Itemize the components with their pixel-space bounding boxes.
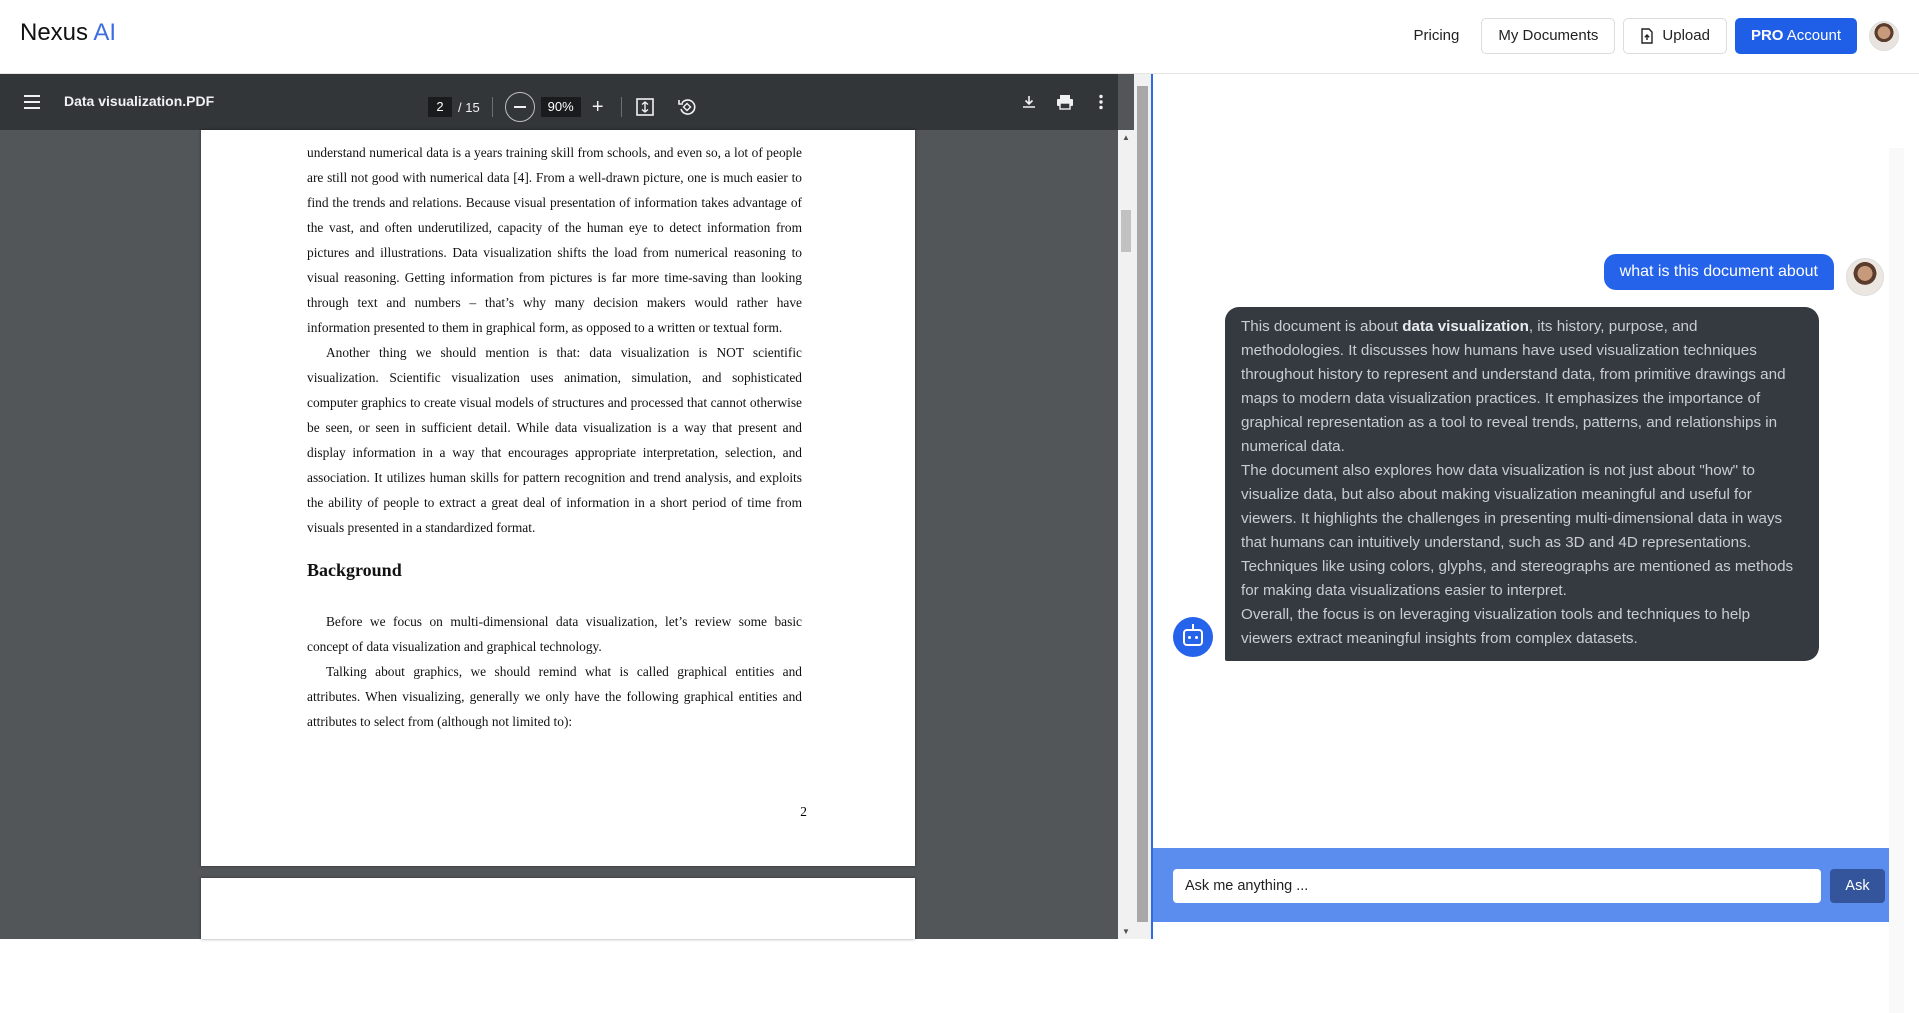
zoom-level-input[interactable]: 90% (540, 97, 581, 117)
zoom-out-button[interactable] (504, 92, 535, 122)
download-icon[interactable] (1017, 90, 1041, 114)
file-upload-icon (1641, 27, 1654, 44)
user-message: what is this document about (1603, 254, 1834, 290)
bot-text: The document also explores how data visu… (1241, 462, 1794, 599)
page-number-footer: 2 (800, 804, 807, 819)
more-options-icon[interactable] (1089, 90, 1113, 114)
logo-main: Nexus (20, 19, 89, 46)
user-avatar (1846, 258, 1884, 296)
pro-account-label: Account (1786, 26, 1841, 44)
toolbar-divider (620, 97, 622, 117)
bot-text: , its history, purpose, and methodologie… (1241, 318, 1786, 455)
scroll-up-arrow[interactable]: ▲ (1122, 133, 1130, 142)
total-pages: / 15 (458, 99, 480, 115)
upload-label: Upload (1662, 26, 1710, 44)
page-number-input[interactable]: 2 (428, 97, 452, 117)
pdf-scrollbar[interactable]: ▲ ▼ (1118, 130, 1134, 939)
minus-icon (513, 106, 526, 108)
scrollbar-thumb[interactable] (1121, 210, 1131, 252)
paragraph: Before we focus on multi-dimensional dat… (307, 614, 802, 654)
top-navbar: Nexus AI Pricing My Documents Upload PRO… (0, 0, 1919, 74)
fit-to-page-icon[interactable] (634, 96, 656, 118)
bot-text: Overall, the focus is on leveraging visu… (1241, 606, 1751, 647)
pdf-page-next (201, 878, 915, 939)
print-icon[interactable] (1053, 90, 1077, 114)
zoom-in-button[interactable]: + (587, 97, 609, 117)
paragraph: understand numerical data is a years tra… (307, 145, 802, 335)
paragraph: Talking about graphics, we should remind… (307, 664, 802, 729)
nav-links: Pricing My Documents Upload PRO Account (1400, 17, 1899, 54)
my-documents-button[interactable]: My Documents (1481, 17, 1616, 54)
pdf-toolbar: Data visualization.PDF 2 / 15 90% + (0, 74, 1118, 130)
scroll-down-arrow[interactable]: ▼ (1122, 927, 1130, 936)
chat-input[interactable]: Ask me anything ... (1173, 869, 1821, 903)
toolbar-divider (491, 97, 493, 117)
chat-scrollbar[interactable] (1889, 148, 1904, 1013)
panel-scrollbar[interactable] (1134, 74, 1151, 939)
pdf-viewer: Data visualization.PDF 2 / 15 90% + unde… (0, 74, 1134, 939)
bot-text: This document is about (1241, 318, 1403, 335)
document-title: Data visualization.PDF (64, 93, 215, 109)
scrollbar-thumb[interactable] (1137, 86, 1148, 922)
page-controls: 2 / 15 90% + (428, 92, 698, 122)
logo-accent: AI (93, 19, 117, 46)
paragraph: Another thing we should mention is that:… (307, 345, 802, 535)
chat-panel: what is this document about This documen… (1151, 74, 1904, 1013)
upload-button[interactable]: Upload (1623, 17, 1727, 54)
pro-badge: PRO (1750, 26, 1784, 44)
robot-icon (1183, 623, 1203, 646)
pro-account-button[interactable]: PRO Account (1734, 17, 1857, 54)
pricing-link[interactable]: Pricing (1400, 17, 1474, 54)
bot-text-bold: data visualization (1402, 318, 1529, 335)
ask-button[interactable]: Ask (1830, 869, 1885, 903)
section-heading: Background (307, 560, 402, 580)
menu-icon[interactable] (24, 95, 40, 109)
my-documents-label: My Documents (1498, 26, 1599, 44)
chat-input-bar: Ask me anything ... Ask (1153, 848, 1904, 922)
page-text: understand numerical data is a years tra… (307, 140, 802, 734)
avatar[interactable] (1869, 20, 1899, 51)
rotate-icon[interactable] (676, 96, 698, 118)
app-logo[interactable]: Nexus AI (20, 19, 116, 47)
bot-avatar (1173, 617, 1213, 657)
pdf-page: understand numerical data is a years tra… (201, 130, 915, 866)
bot-message: This document is about data visualizatio… (1225, 307, 1819, 661)
